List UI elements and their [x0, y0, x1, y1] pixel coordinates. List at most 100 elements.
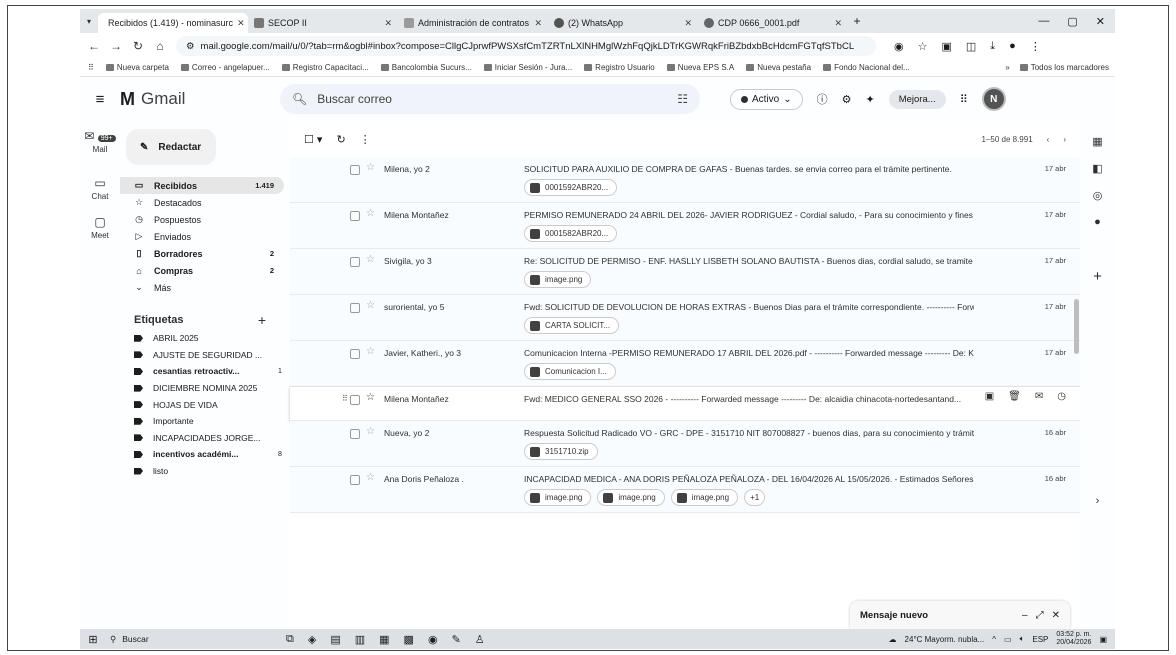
add-label-icon[interactable]: +: [258, 312, 290, 328]
attachment-chip[interactable]: 3151710.zip: [524, 443, 598, 460]
more-options-icon[interactable]: ⋮: [360, 133, 371, 146]
apps-grid-icon[interactable]: ⠿: [88, 63, 94, 72]
extension-icon[interactable]: ◉: [894, 40, 904, 53]
tab-gmail[interactable]: Recibidos (1.419) - nominasurc ✕: [98, 13, 248, 33]
row-checkbox[interactable]: [350, 165, 360, 175]
upgrade-button[interactable]: Mejora...: [888, 89, 946, 109]
maximize-icon[interactable]: ▢: [1067, 15, 1077, 28]
attachment-chip[interactable]: Comunicacion I...: [524, 363, 616, 380]
attachment-chip[interactable]: image.png: [524, 489, 592, 506]
star-icon[interactable]: ☆: [366, 472, 375, 483]
attachment-chip[interactable]: CARTA SOLICIT...: [524, 317, 620, 334]
attachment-chip[interactable]: image.png: [670, 489, 739, 506]
app-icon[interactable]: ◈: [308, 633, 316, 646]
more-attachments-chip[interactable]: +1: [744, 489, 766, 506]
bookmark-item[interactable]: Registro Capacitaci...: [281, 63, 369, 72]
minimize-icon[interactable]: —: [1038, 15, 1049, 28]
tab-list-chevron-icon[interactable]: ▾: [80, 17, 98, 26]
gemini-sparkle-icon[interactable]: ✦: [866, 93, 875, 106]
expand-compose-icon[interactable]: ⤢: [1036, 610, 1044, 621]
snooze-icon[interactable]: ◷: [1057, 391, 1066, 402]
star-icon[interactable]: ☆: [366, 346, 375, 357]
email-row[interactable]: ☆ Nueva, yo 2 Respuesta Solicitud Radicado…: [290, 421, 1080, 467]
forward-icon[interactable]: →: [110, 39, 122, 53]
attachment-chip[interactable]: 0001592ABR20...: [524, 179, 618, 196]
bookmark-item[interactable]: Nueva carpeta: [105, 63, 169, 72]
nav-item-6[interactable]: ⌄ Más: [120, 279, 284, 296]
chrome-icon[interactable]: ◉: [428, 633, 438, 646]
bookmark-star-icon[interactable]: ☆: [918, 40, 928, 53]
row-checkbox[interactable]: [350, 303, 360, 313]
gmail-logo[interactable]: M Gmail: [120, 89, 280, 110]
next-page-icon[interactable]: ›: [1063, 135, 1066, 144]
more-bookmarks-button[interactable]: »: [1005, 63, 1009, 72]
add-addon-icon[interactable]: +: [1080, 268, 1115, 285]
contacts-icon[interactable]: ●: [1080, 216, 1115, 228]
windows-start-icon[interactable]: ⊞: [80, 633, 106, 646]
mark-unread-icon[interactable]: ✉: [1035, 391, 1043, 402]
download-icon[interactable]: ⤓: [990, 40, 995, 53]
close-tab-icon[interactable]: ✕: [834, 18, 842, 29]
side-panel-icon[interactable]: ◫: [966, 40, 976, 53]
nav-item-4[interactable]: ▯ Borradores 2: [120, 245, 284, 262]
tasks-icon[interactable]: ◎: [1080, 189, 1115, 202]
bookmark-item[interactable]: Bancolombia Sucurs...: [380, 63, 472, 72]
status-button[interactable]: Activo ⌄: [730, 88, 803, 110]
bookmark-item[interactable]: Nueva pestaña: [746, 63, 811, 72]
email-row[interactable]: ☆ Ana Doris Peñaloza . INCAPACIDAD MEDICA …: [290, 467, 1080, 513]
volume-icon[interactable]: 🔈︎: [1020, 634, 1025, 644]
back-icon[interactable]: ←: [88, 39, 100, 53]
row-checkbox[interactable]: [350, 211, 360, 221]
task-view-icon[interactable]: ⧉: [286, 633, 294, 646]
help-icon[interactable]: ⓘ: [817, 91, 828, 107]
refresh-icon[interactable]: ↻: [336, 133, 345, 146]
main-menu-icon[interactable]: ≡: [80, 91, 120, 108]
close-tab-icon[interactable]: ✕: [237, 18, 245, 29]
rail-meet[interactable]: ▢ Meet: [80, 215, 120, 240]
keep-icon[interactable]: ◧: [1080, 162, 1115, 175]
app-icon[interactable]: ✎: [452, 633, 461, 646]
app-icon[interactable]: ▥: [355, 633, 365, 646]
calendar-icon[interactable]: ▦: [1080, 135, 1115, 148]
rail-mail[interactable]: ✉ 99+ Mail: [80, 129, 120, 154]
nav-item-2[interactable]: ◷ Pospuestos: [120, 211, 284, 228]
app-icon[interactable]: ▩: [404, 633, 414, 646]
star-icon[interactable]: ☆: [366, 162, 375, 173]
settings-gear-icon[interactable]: ⚙: [842, 93, 852, 106]
tab-pdf[interactable]: CDP 0666_0001.pdf ✕: [698, 13, 848, 33]
app-icon[interactable]: ▦: [379, 633, 389, 646]
search-bar[interactable]: 🔍︎ Buscar correo ☷: [280, 84, 700, 114]
label-item[interactable]: INCAPACIDADES JORGE...: [120, 430, 290, 447]
all-bookmarks[interactable]: Todos los marcadores: [1019, 63, 1109, 72]
minimize-compose-icon[interactable]: –: [1022, 610, 1028, 621]
email-row[interactable]: ☆ Sivigila, yo 3 Re: SOLICITUD DE PERMISO …: [290, 249, 1080, 295]
bookmark-item[interactable]: Nueva EPS S.A: [666, 63, 734, 72]
taskbar-search[interactable]: ⚲ Buscar: [106, 634, 246, 645]
attachment-chip[interactable]: 0001582ABR20...: [524, 225, 618, 242]
file-explorer-icon[interactable]: ▤: [330, 633, 340, 646]
star-icon[interactable]: ☆: [366, 426, 375, 437]
attachment-chip[interactable]: image.png: [597, 489, 665, 506]
close-tab-icon[interactable]: ✕: [684, 18, 692, 29]
tab-contratos[interactable]: Administración de contratos ✕: [398, 13, 548, 33]
row-checkbox[interactable]: [350, 475, 360, 485]
tray-chevron-icon[interactable]: ^: [992, 635, 996, 644]
attachment-chip[interactable]: image.png: [524, 271, 592, 288]
new-message-window[interactable]: Mensaje nuevo – ⤢ ✕: [850, 601, 1070, 629]
star-icon[interactable]: ☆: [366, 254, 375, 265]
tab-whatsapp[interactable]: (2) WhatsApp ✕: [548, 13, 698, 33]
archive-icon[interactable]: ▣: [985, 391, 994, 402]
bookmark-item[interactable]: Correo - angelapuer...: [180, 63, 270, 72]
profile-icon[interactable]: ●: [1009, 40, 1016, 53]
close-tab-icon[interactable]: ✕: [534, 18, 542, 29]
apps-grid-icon[interactable]: ⠿: [960, 93, 968, 106]
row-checkbox[interactable]: [350, 395, 360, 405]
url-field[interactable]: ⚙ mail.google.com/mail/u/0/?tab=rm&ogbl#…: [176, 36, 876, 56]
email-row[interactable]: ☆ Javier, Katheri., yo 3 Comunicacion Inte…: [290, 341, 1080, 387]
email-row[interactable]: ⠿ ☆ Milena Montañez Fwd: MEDICO GENERAL SSO…: [290, 387, 1080, 421]
weather-icon[interactable]: ☁: [889, 635, 897, 644]
site-info-icon[interactable]: ⚙: [186, 41, 195, 52]
nav-item-3[interactable]: ▷ Enviados: [120, 228, 284, 245]
row-checkbox[interactable]: [350, 429, 360, 439]
close-compose-icon[interactable]: ✕: [1052, 610, 1060, 621]
